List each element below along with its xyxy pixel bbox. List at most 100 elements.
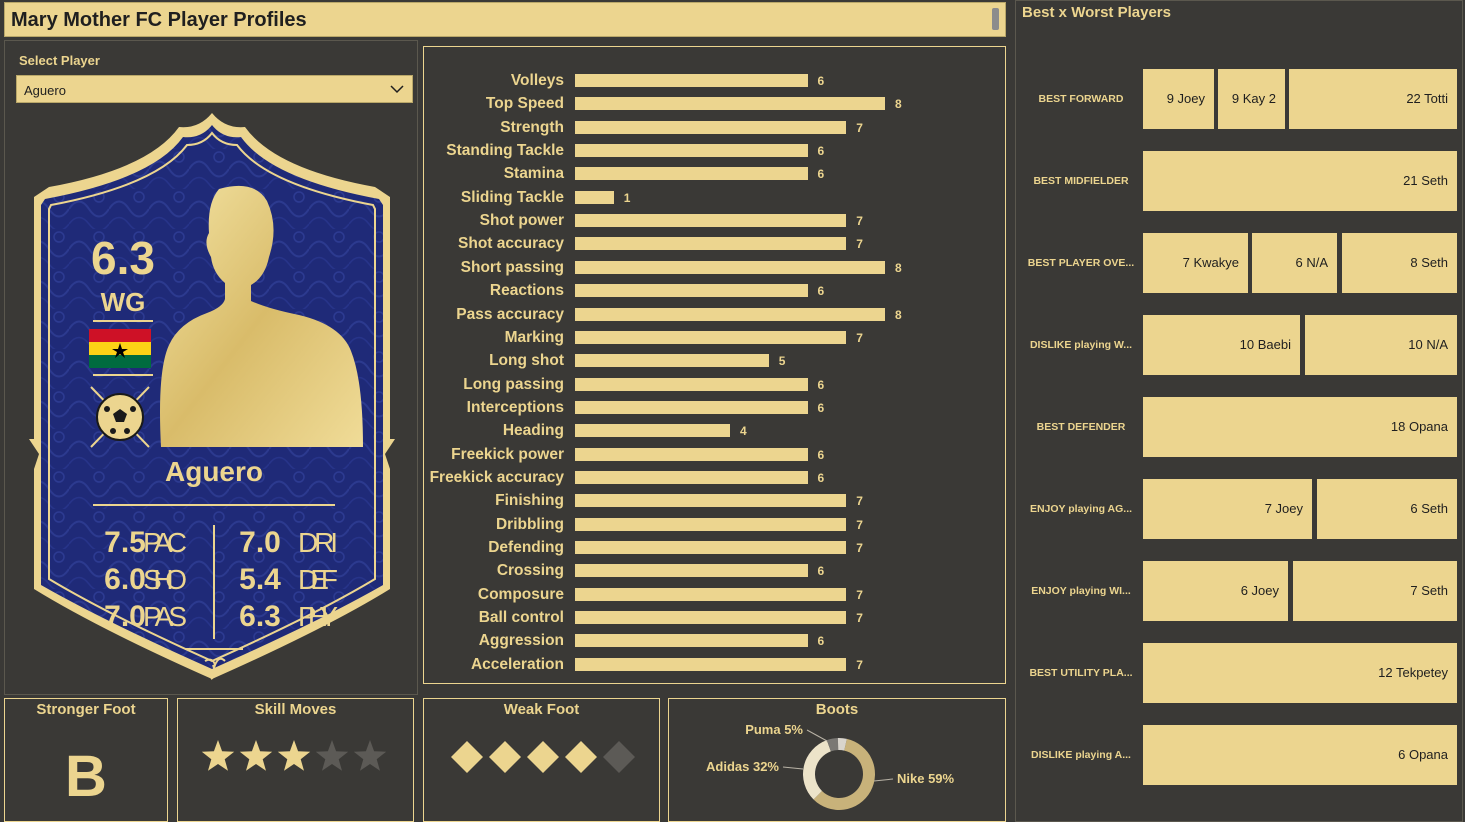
attribute-label: Freekick accuracy: [429, 468, 564, 486]
attribute-label: Long shot: [489, 352, 564, 370]
donut-leader-line: [782, 766, 804, 770]
attribute-label: Ball control: [478, 609, 564, 627]
attribute-row: Freekick accuracy 6: [424, 468, 1005, 488]
header-scrollbar[interactable]: [992, 8, 999, 30]
attribute-bar[interactable]: [575, 284, 808, 298]
attribute-bar[interactable]: [575, 307, 885, 321]
attribute-value: 6: [817, 470, 825, 485]
best-worst-row: ENJOY playing WI... 6 Joey 7 Seth: [1016, 561, 1462, 621]
attribute-bar[interactable]: [575, 144, 808, 158]
best-worst-cell[interactable]: 7 Kwakye: [1143, 233, 1248, 293]
attr-value-pac: 7.5: [104, 526, 146, 559]
attribute-row: Stamina 6: [424, 164, 1005, 184]
best-worst-row: BEST DEFENDER 18 Opana: [1016, 397, 1462, 457]
attribute-bar[interactable]: [575, 494, 847, 508]
attribute-value: 1: [623, 190, 631, 205]
attribute-bar[interactable]: [575, 354, 769, 368]
best-worst-cell[interactable]: 8 Seth: [1342, 233, 1457, 293]
attribute-bar[interactable]: [575, 74, 808, 87]
best-worst-cell[interactable]: 12 Tekpetey: [1143, 643, 1457, 703]
best-worst-row-label: ENJOY playing AG...: [1029, 503, 1133, 515]
star-icon: [201, 740, 235, 771]
attribute-bar[interactable]: [575, 214, 847, 228]
best-worst-cell[interactable]: 9 Kay 2: [1218, 69, 1285, 129]
player-dropdown[interactable]: Aguero: [16, 75, 413, 103]
attribute-row: Long passing 6: [424, 375, 1005, 395]
best-worst-cell[interactable]: 21 Seth: [1143, 151, 1457, 211]
attribute-bar[interactable]: [575, 260, 885, 274]
attribute-label: Dribbling: [495, 515, 564, 533]
page-header: Mary Mother FC Player Profiles: [4, 2, 1006, 37]
attribute-bar[interactable]: [575, 470, 808, 484]
best-worst-cell[interactable]: 18 Opana: [1143, 397, 1457, 457]
attribute-value: 7: [856, 237, 863, 252]
attribute-label: Heading: [502, 422, 564, 440]
donut-slice-adidas[interactable]: [803, 740, 831, 800]
best-worst-row-label: DISLIKE playing A...: [1031, 749, 1131, 761]
star-icon: [239, 740, 273, 771]
star-icon: [353, 740, 387, 771]
attribute-label: Shot power: [479, 212, 564, 230]
attribute-bar[interactable]: [575, 190, 614, 204]
donut-leader-line: [873, 778, 894, 782]
player-card-panel: Select Player Aguero 6.3 WG Aguero 7.5 P…: [4, 40, 418, 695]
player-card: 6.3 WG Aguero 7.5 PAC 6.0 SHO 7.0 PAS 7.…: [29, 113, 395, 680]
attribute-label: Stamina: [503, 165, 564, 183]
attribute-bar[interactable]: [575, 587, 847, 601]
player-dropdown-value: Aguero: [24, 83, 66, 98]
best-worst-cell[interactable]: 6 Joey: [1143, 561, 1288, 621]
best-worst-row-label: BEST MIDFIELDER: [1033, 175, 1129, 187]
best-worst-cell-text: 6 N/A: [1295, 255, 1328, 270]
card-player-name: Aguero: [165, 456, 263, 487]
attribute-bar[interactable]: [575, 657, 847, 671]
attribute-bar[interactable]: [575, 424, 730, 438]
best-worst-row-label: DISLIKE playing W...: [1029, 339, 1133, 351]
best-worst-row: BEST UTILITY PLA... 12 Tekpetey: [1016, 643, 1462, 703]
diamond-icon: [451, 741, 483, 773]
stronger-foot-card: Stronger Foot B: [4, 698, 168, 822]
attribute-bar[interactable]: [575, 97, 885, 111]
attribute-label: Crossing: [496, 562, 564, 580]
attribute-label: Acceleration: [470, 655, 564, 673]
attribute-bar[interactable]: [575, 447, 808, 461]
attr-value-phy: 6.3: [239, 600, 281, 633]
best-worst-row: ENJOY playing AG... 7 Joey 6 Seth: [1016, 479, 1462, 539]
best-worst-cell-text: 21 Seth: [1403, 173, 1448, 188]
attribute-row: Top Speed 8: [424, 94, 1005, 114]
attr-label-pas: PAS: [143, 601, 187, 632]
attribute-bar[interactable]: [575, 541, 847, 554]
best-worst-cell[interactable]: 22 Totti: [1289, 69, 1457, 129]
attr-label-def: DEF: [298, 564, 338, 595]
ghana-flag-icon: [89, 329, 151, 368]
attribute-value: 7: [856, 120, 863, 135]
best-worst-row: BEST FORWARD 9 Joey 9 Kay 2 22 Totti: [1016, 69, 1462, 129]
attribute-label: Standing Tackle: [446, 142, 564, 160]
attribute-bar[interactable]: [575, 564, 808, 578]
attribute-value: 6: [817, 167, 825, 182]
attribute-bar[interactable]: [575, 517, 847, 531]
attribute-row: Long shot 5: [424, 351, 1005, 371]
best-worst-cell[interactable]: 7 Joey: [1143, 479, 1312, 539]
attribute-bar[interactable]: [575, 611, 847, 625]
skill-moves-rating: [201, 740, 387, 771]
attribute-bar[interactable]: [575, 237, 847, 251]
attribute-bar[interactable]: [575, 167, 808, 181]
card-rating: 6.3: [91, 232, 155, 284]
attribute-value: 6: [817, 564, 825, 579]
best-worst-cell[interactable]: 10 N/A: [1305, 315, 1457, 375]
attribute-bar[interactable]: [575, 377, 808, 391]
attribute-row: Finishing 7: [424, 491, 1005, 511]
attribute-bar[interactable]: [575, 634, 808, 648]
best-worst-cell[interactable]: 10 Baebi: [1143, 315, 1300, 375]
attribute-value: 6: [817, 377, 825, 392]
best-worst-cell[interactable]: 6 Seth: [1317, 479, 1457, 539]
page-title: Mary Mother FC Player Profiles: [11, 9, 307, 31]
best-worst-cell[interactable]: 7 Seth: [1293, 561, 1457, 621]
attribute-bar[interactable]: [575, 330, 847, 344]
attribute-bar[interactable]: [575, 120, 847, 134]
attribute-bar[interactable]: [575, 400, 808, 414]
best-worst-cell[interactable]: 6 Opana: [1143, 725, 1457, 785]
attribute-label: Finishing: [495, 492, 564, 510]
best-worst-cell[interactable]: 9 Joey: [1143, 69, 1214, 129]
best-worst-cell[interactable]: 6 N/A: [1252, 233, 1337, 293]
